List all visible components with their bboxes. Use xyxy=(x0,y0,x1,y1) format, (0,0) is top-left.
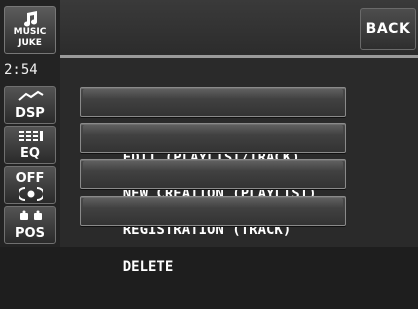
top-bar-divider xyxy=(60,55,418,58)
clock: 2:54 xyxy=(4,62,38,78)
menu-item-label: DELETE xyxy=(122,259,174,275)
dsp-button[interactable]: DSP xyxy=(4,86,56,124)
menu-item-registration[interactable]: REGISTRATION (TRACK) xyxy=(80,159,346,238)
menu-item-delete[interactable]: DELETE xyxy=(80,196,346,275)
dsp-label: DSP xyxy=(15,106,45,121)
back-button[interactable]: BACK xyxy=(360,8,416,50)
speaker-position-icon xyxy=(20,210,42,220)
button-gloss xyxy=(83,161,343,171)
button-gloss xyxy=(83,125,343,135)
pos-button[interactable]: POS xyxy=(4,206,56,244)
surround-icon xyxy=(19,187,43,201)
dsp-icon xyxy=(18,90,44,101)
screen: BACK MUSIC JUKE 2:54 DSP EQ OFF POS EDIT… xyxy=(0,0,418,275)
surround-label: OFF xyxy=(15,171,45,186)
button-gloss xyxy=(83,89,343,99)
equalizer-icon xyxy=(19,131,43,141)
eq-label: EQ xyxy=(20,146,40,161)
menu-item-edit[interactable]: EDIT (PLAYLIST/TRACK) xyxy=(80,87,346,166)
menu-item-new-creation[interactable]: NEW CREATION (PLAYLIST) xyxy=(80,123,346,202)
button-gloss xyxy=(83,198,343,208)
music-juke-button[interactable]: MUSIC JUKE xyxy=(4,6,56,54)
logo-line2: JUKE xyxy=(18,38,42,48)
music-note-icon xyxy=(24,11,37,27)
surround-button[interactable]: OFF xyxy=(4,166,56,204)
sidebar: MUSIC JUKE 2:54 DSP EQ OFF POS xyxy=(0,0,60,247)
top-bar xyxy=(0,0,418,58)
eq-button[interactable]: EQ xyxy=(4,126,56,164)
logo-line1: MUSIC xyxy=(13,27,47,37)
pos-label: POS xyxy=(15,226,45,241)
